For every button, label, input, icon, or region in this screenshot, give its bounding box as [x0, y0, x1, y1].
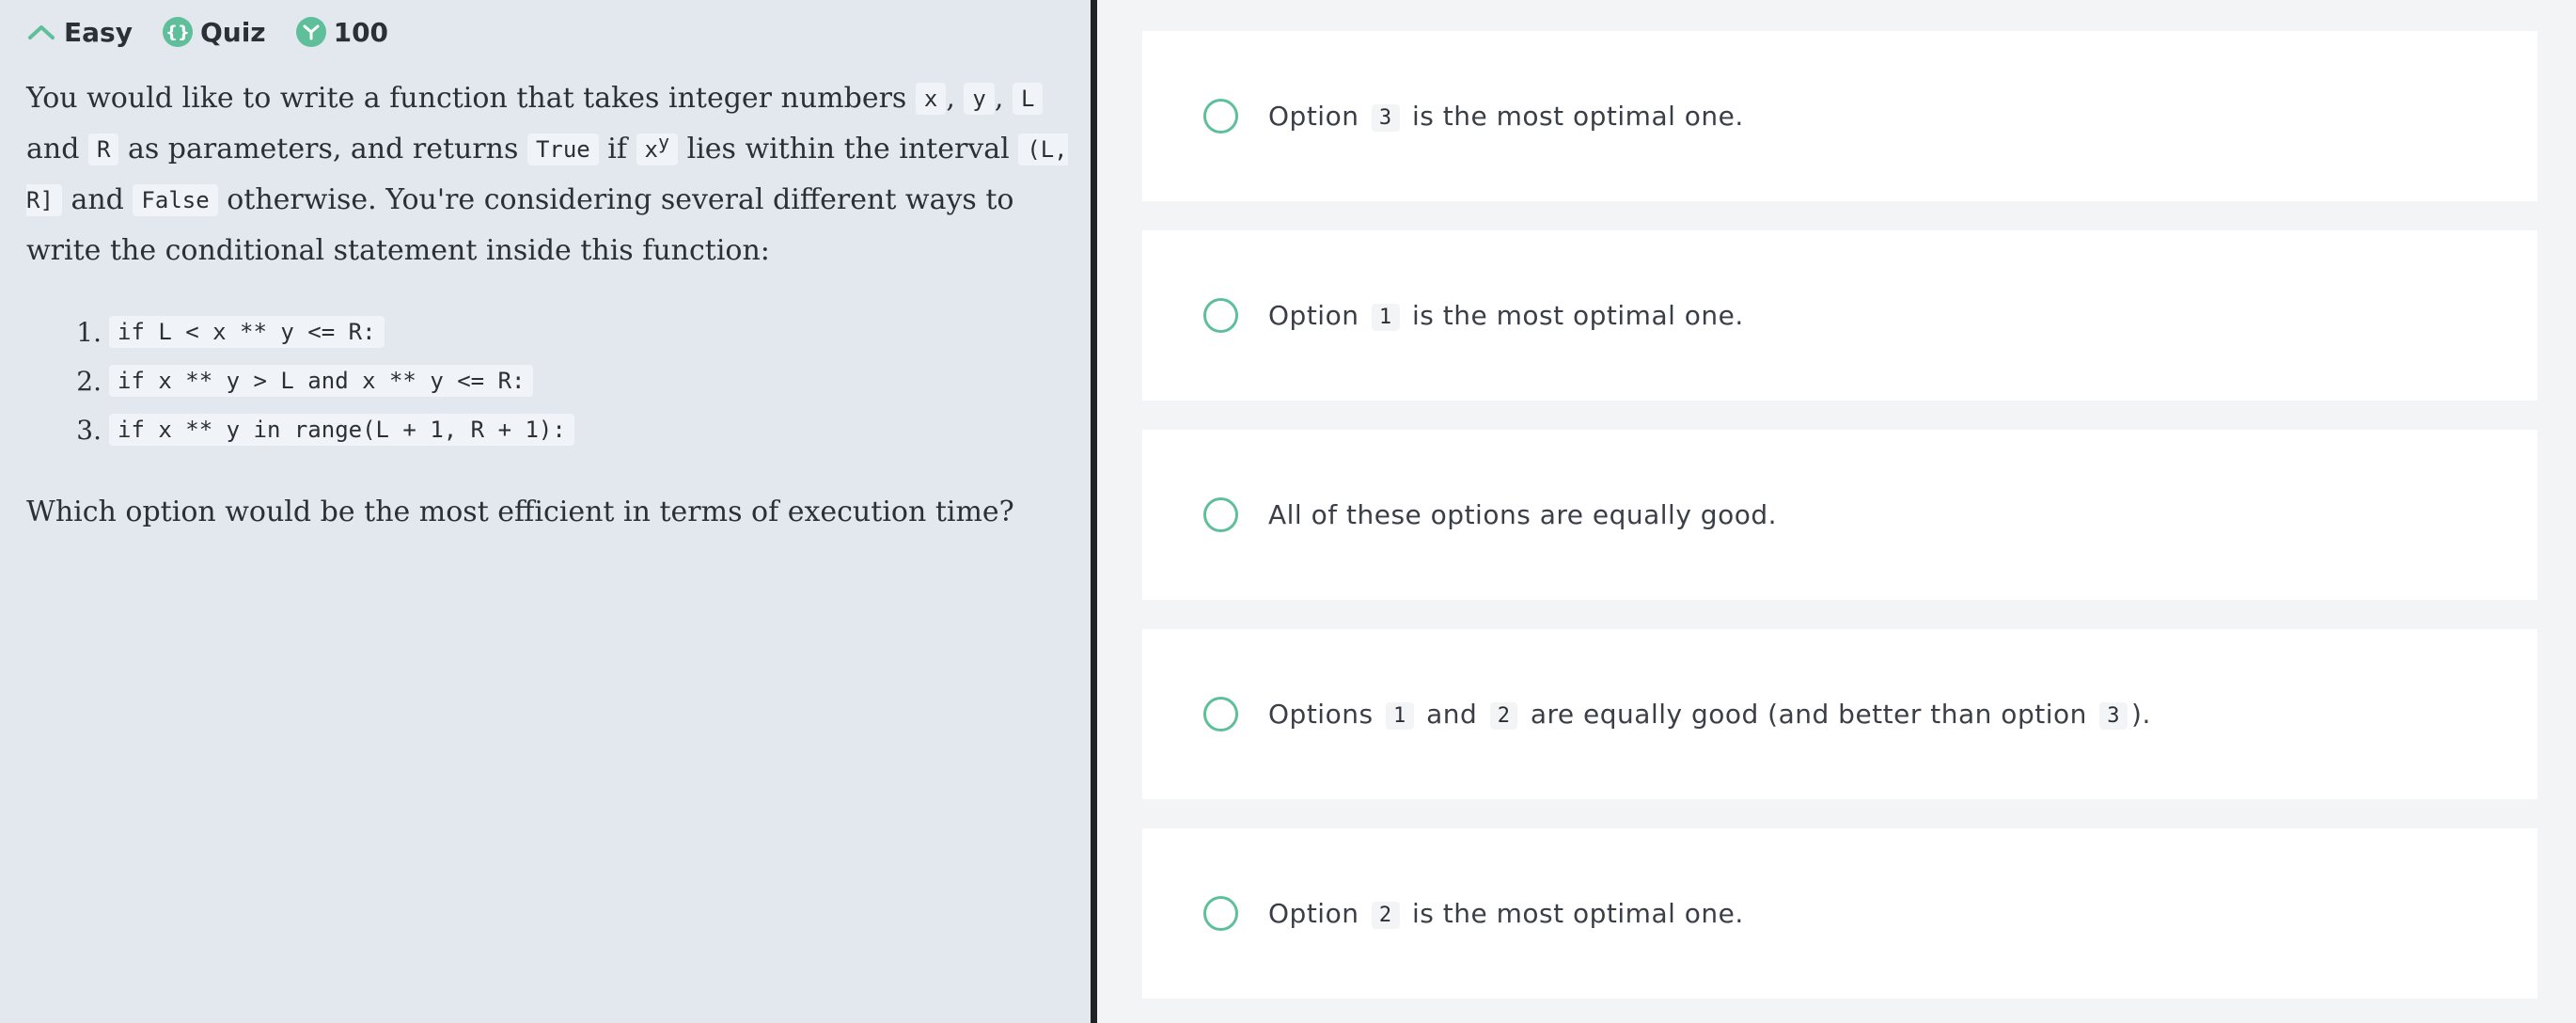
- quiz-type: {} Quiz: [162, 16, 266, 48]
- code-inline: True: [526, 134, 599, 165]
- code-inline: 3: [1371, 104, 1400, 132]
- closing-question: Which option would be the most efficient…: [26, 496, 1014, 528]
- chevron-up-icon: [26, 17, 56, 47]
- answer-text: Options 1 and 2 are equally good (and be…: [1268, 699, 2151, 730]
- question-part: as parameters, and returns: [127, 133, 519, 165]
- answer-part: ).: [2131, 699, 2151, 730]
- question-part: ,: [994, 82, 1004, 115]
- answer-text: Option 2 is the most optimal one.: [1268, 898, 1744, 929]
- answer-part: Options: [1268, 699, 1374, 730]
- question-part: You would like to write a function that …: [26, 82, 907, 115]
- list-number: 1.: [76, 316, 102, 348]
- radio-button[interactable]: [1203, 896, 1238, 931]
- answer-option-4[interactable]: Options 1 and 2 are equally good (and be…: [1142, 629, 2537, 799]
- code-option: if L < x ** y <= R:: [109, 316, 385, 348]
- difficulty: Easy: [26, 17, 133, 48]
- code-inline: 1: [1385, 702, 1414, 730]
- answer-part: is the most optimal one.: [1412, 300, 1744, 331]
- code-option: if x ** y in range(L + 1, R + 1):: [109, 414, 574, 446]
- code-inline: 2: [1371, 902, 1400, 929]
- code-inline: y: [964, 83, 995, 115]
- answer-text: All of these options are equally good.: [1268, 499, 1778, 530]
- answer-option-1[interactable]: Option 3 is the most optimal one.: [1142, 31, 2537, 201]
- question-part: and: [26, 133, 80, 165]
- question-part: lies within the interval: [686, 133, 1010, 165]
- code-inline: R: [87, 134, 119, 165]
- points: 100: [295, 16, 389, 48]
- list-item: 2. if x ** y > L and x ** y <= R:: [73, 356, 1064, 405]
- answer-part: is the most optimal one.: [1412, 101, 1744, 132]
- app-root: Easy {} Quiz 100 You would like to write…: [0, 0, 2576, 1023]
- code-inline: L: [1012, 83, 1044, 115]
- answer-part: is the most optimal one.: [1412, 898, 1744, 929]
- problem-panel: Easy {} Quiz 100 You would like to write…: [0, 0, 1091, 1023]
- answers-panel: Option 3 is the most optimal one. Option…: [1097, 0, 2576, 1023]
- list-number: 2.: [76, 365, 102, 397]
- points-label: 100: [333, 16, 389, 48]
- code-inline: False: [133, 184, 218, 216]
- answer-option-3[interactable]: All of these options are equally good.: [1142, 430, 2537, 600]
- radio-button[interactable]: [1203, 99, 1238, 134]
- code-inline: 3: [2099, 702, 2128, 730]
- list-item: 3. if x ** y in range(L + 1, R + 1):: [73, 405, 1064, 454]
- code-inline: 2: [1489, 702, 1518, 730]
- answer-part: Option: [1268, 898, 1359, 929]
- answer-option-2[interactable]: Option 1 is the most optimal one.: [1142, 230, 2537, 401]
- radio-button[interactable]: [1203, 298, 1238, 333]
- answer-part: Option: [1268, 101, 1359, 132]
- panel-divider[interactable]: [1091, 0, 1097, 1023]
- code-inline: x: [915, 83, 947, 115]
- radio-button[interactable]: [1203, 497, 1238, 532]
- answer-text: Option 3 is the most optimal one.: [1268, 101, 1744, 132]
- question-part: if: [607, 133, 627, 165]
- answer-part: Option: [1268, 300, 1359, 331]
- question-part: and: [71, 183, 124, 216]
- question-part: ,: [946, 82, 955, 115]
- quiz-type-label: Quiz: [199, 16, 266, 48]
- code-inline: 1: [1371, 304, 1400, 331]
- question-text: You would like to write a function that …: [26, 73, 1070, 275]
- list-number: 3.: [76, 414, 102, 446]
- answer-option-5[interactable]: Option 2 is the most optimal one.: [1142, 828, 2537, 999]
- code-options-list: 1. if L < x ** y <= R: 2. if x ** y > L …: [26, 307, 1064, 454]
- answer-part: and: [1426, 699, 1478, 730]
- answer-part: are equally good (and better than option: [1530, 699, 2087, 730]
- power-base: x: [644, 136, 658, 163]
- list-item: 1. if L < x ** y <= R:: [73, 307, 1064, 356]
- power-exponent: y: [658, 131, 670, 153]
- meta-row: Easy {} Quiz 100: [26, 16, 1064, 48]
- answer-text: Option 1 is the most optimal one.: [1268, 300, 1744, 331]
- radio-button[interactable]: [1203, 697, 1238, 732]
- difficulty-label: Easy: [64, 16, 133, 48]
- code-option: if x ** y > L and x ** y <= R:: [109, 365, 534, 397]
- points-icon: [295, 17, 326, 47]
- code-power: xy: [636, 131, 679, 165]
- braces-icon: {}: [162, 17, 193, 47]
